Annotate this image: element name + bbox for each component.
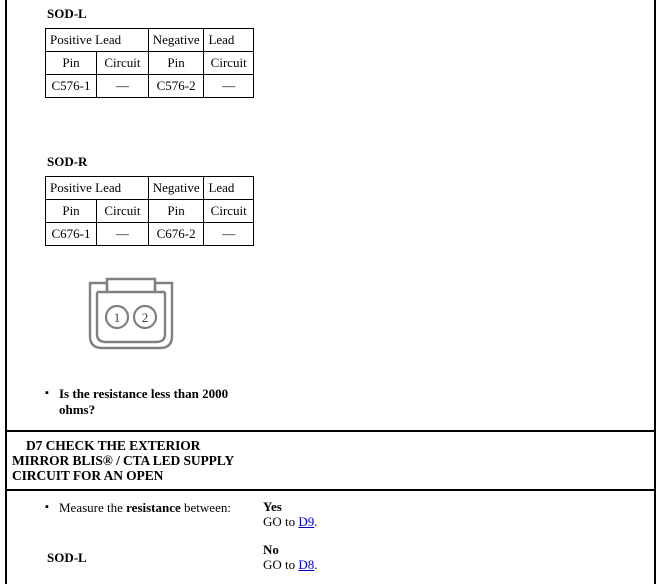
list-item: Is the resistance less than 2000 ohms?: [45, 385, 248, 418]
header-negative: Negative: [147, 28, 205, 52]
subheader-pin-positive: Pin: [44, 199, 98, 223]
step-d6-result-cell: [254, 0, 656, 431]
step-d7-title-result-cell: [254, 430, 656, 490]
cell-pin-negative: C576-2: [147, 74, 205, 98]
result-no-label: No: [263, 542, 279, 557]
instruction-prefix: Measure the: [59, 500, 127, 515]
step-d7-sod-l-label: SOD-L: [47, 550, 87, 565]
step-d7-body-row: Measure the resistance between: SOD-L Ye…: [7, 489, 656, 572]
results-spacer: [263, 529, 656, 542]
step-d7-instruction-wrap: Measure the resistance between:: [7, 491, 254, 516]
sod-r-lead-table: Positive Lead Negative Lead Pin Circuit …: [44, 176, 254, 246]
instruction-suffix: between:: [180, 500, 231, 515]
header-lead: Lead: [203, 28, 254, 52]
header-positive-lead: Positive Lead: [45, 176, 149, 200]
step-d7-title-row: D7 CHECK THE EXTERIOR MIRROR BLIS® / CTA…: [7, 430, 656, 490]
cell-circuit-negative: —: [203, 74, 254, 98]
step-d7-result-cell: Yes GO to D9. No GO to D8.: [254, 489, 656, 572]
result-no-action: GO to D8.: [263, 557, 656, 572]
subheader-circuit-negative: Circuit: [203, 199, 254, 223]
instruction-bold: resistance: [126, 500, 181, 515]
document-page: SOD-L Positive Lead Negative Lead Pin Ci…: [5, 0, 656, 584]
table-header-row: Positive Lead Negative Lead: [45, 28, 254, 52]
cell-pin-negative: C676-2: [147, 222, 205, 246]
sod-r-table-wrap: Positive Lead Negative Lead Pin Circuit …: [7, 176, 254, 246]
step-d7-title-cell: D7 CHECK THE EXTERIOR MIRROR BLIS® / CTA…: [7, 430, 254, 490]
header-negative: Negative: [147, 176, 205, 200]
cell-circuit-positive: —: [96, 222, 149, 246]
result-yes-suffix: .: [314, 514, 318, 529]
step-d6-left-cell: SOD-L Positive Lead Negative Lead Pin Ci…: [7, 0, 254, 431]
connector-illustration-wrap: 1 2: [7, 246, 254, 378]
connector-pin-1-label: 1: [113, 310, 120, 325]
result-no-suffix: .: [314, 557, 318, 572]
result-no-prefix: GO to: [263, 557, 299, 572]
subheader-circuit-positive: Circuit: [96, 199, 149, 223]
cell-circuit-positive: —: [96, 74, 149, 98]
sod-l-lead-table: Positive Lead Negative Lead Pin Circuit …: [44, 28, 254, 98]
step-d7-title-line-3: AN OPEN: [103, 468, 164, 483]
table-header-row: Positive Lead Negative Lead: [45, 176, 254, 200]
sod-l-table-wrap: Positive Lead Negative Lead Pin Circuit …: [7, 28, 254, 98]
step-d6-continuation-row: SOD-L Positive Lead Negative Lead Pin Ci…: [7, 0, 656, 431]
list-item: Measure the resistance between:: [45, 499, 248, 516]
pinpoint-test-grid: SOD-L Positive Lead Negative Lead Pin Ci…: [7, 0, 656, 572]
subheader-circuit-positive: Circuit: [96, 51, 149, 75]
page-title: D7 CHECK THE EXTERIOR MIRROR BLIS® / CTA…: [7, 432, 254, 489]
link-d8[interactable]: D8: [298, 557, 314, 572]
result-yes-action: GO to D9.: [263, 514, 656, 529]
link-d9[interactable]: D9: [298, 514, 314, 529]
cell-pin-positive: C676-1: [44, 222, 98, 246]
step-d6-body: SOD-L Positive Lead Negative Lead Pin Ci…: [7, 0, 254, 430]
subheader-pin-negative: Pin: [147, 199, 205, 223]
table-subheader-row: Pin Circuit Pin Circuit: [44, 51, 254, 75]
subheader-pin-negative: Pin: [147, 51, 205, 75]
cell-circuit-negative: —: [203, 222, 254, 246]
two-pin-connector-icon: 1 2: [88, 277, 173, 350]
question-list: Is the resistance less than 2000 ohms?: [7, 385, 254, 418]
step-d7-body-cell: Measure the resistance between: SOD-L: [7, 489, 254, 572]
results-block: Yes GO to D9. No GO to D8.: [254, 491, 656, 572]
result-yes-label: Yes: [263, 499, 282, 514]
header-positive-lead: Positive Lead: [45, 28, 149, 52]
table-row: C676-1 — C676-2 —: [44, 222, 254, 246]
subheader-pin-positive: Pin: [44, 51, 98, 75]
result-yes-prefix: GO to: [263, 514, 299, 529]
table-row: C576-1 — C576-2 —: [44, 74, 254, 98]
table-subheader-row: Pin Circuit Pin Circuit: [44, 199, 254, 223]
header-lead: Lead: [203, 176, 254, 200]
cell-pin-positive: C576-1: [44, 74, 98, 98]
subheader-circuit-negative: Circuit: [203, 51, 254, 75]
connector-pin-2-label: 2: [141, 310, 148, 325]
sod-l-label: SOD-L: [47, 6, 87, 21]
step-d6-question-wrap: Is the resistance less than 2000 ohms?: [7, 378, 254, 430]
instruction-list: Measure the resistance between:: [7, 499, 254, 516]
sod-r-label: SOD-R: [47, 154, 88, 169]
